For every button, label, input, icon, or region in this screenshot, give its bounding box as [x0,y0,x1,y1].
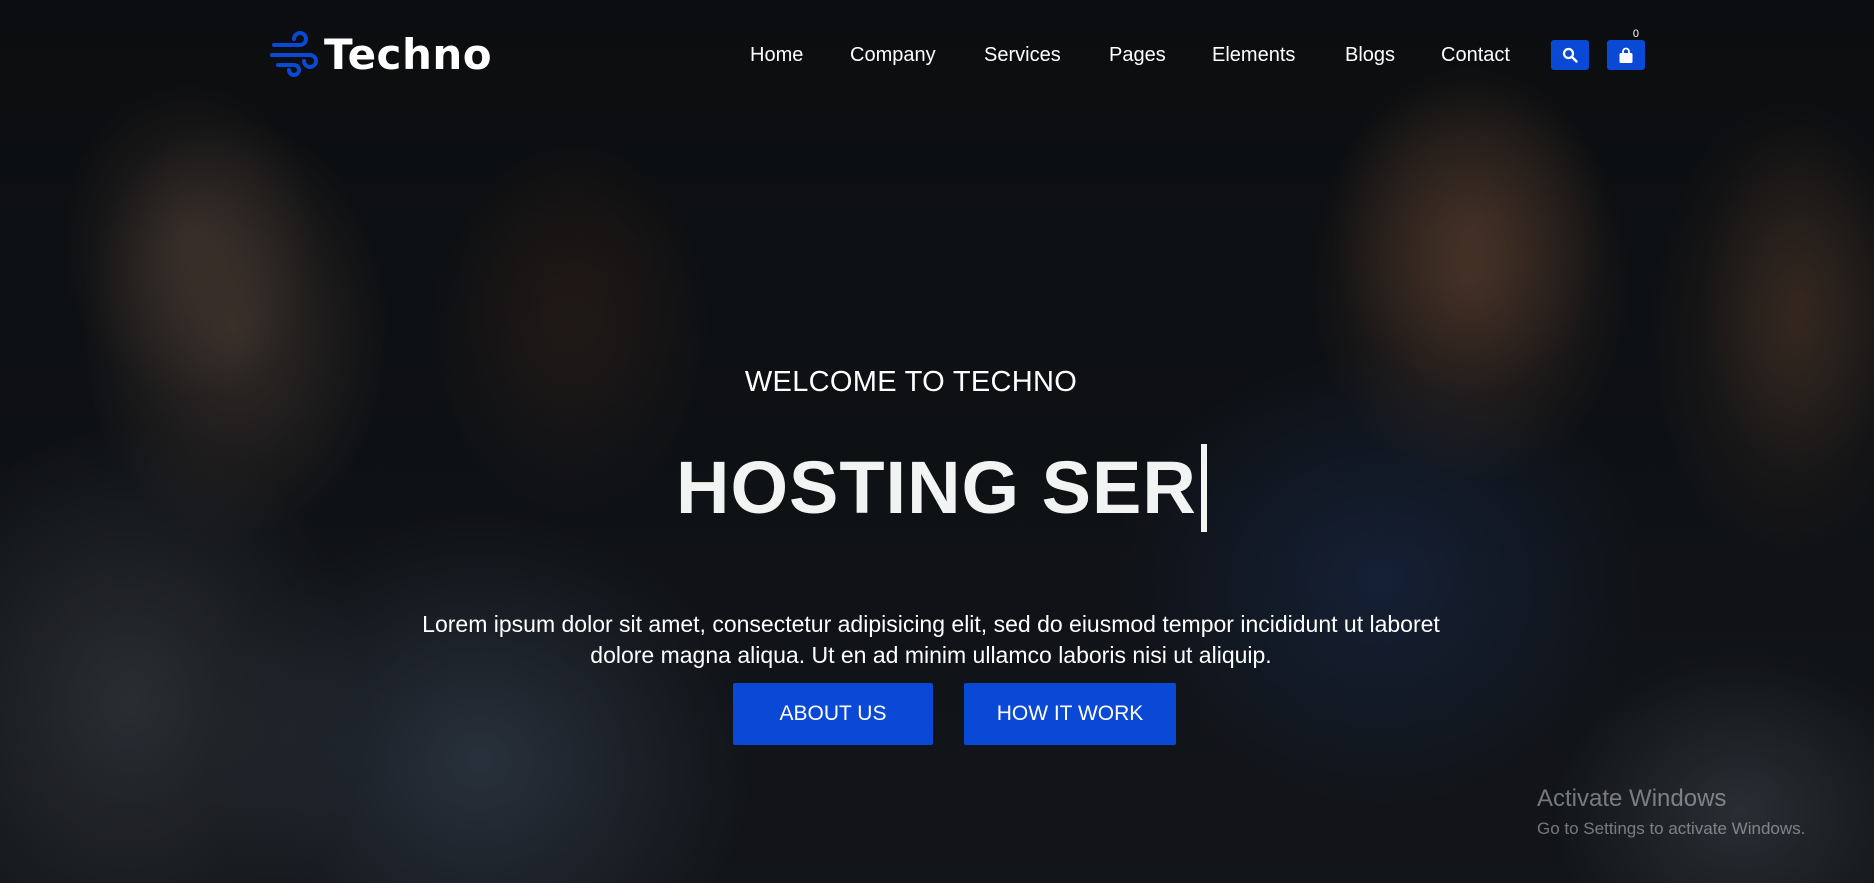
activate-windows-subtitle: Go to Settings to activate Windows. [1537,819,1806,838]
cart-count-badge: 0 [1632,28,1639,40]
windows-activation-watermark: Activate Windows Go to Settings to activ… [1537,785,1805,839]
search-icon [1562,47,1578,63]
hero-eyebrow-text: WELCOME TO TECHNO [744,366,1078,398]
how-it-work-button[interactable]: HOW IT WORK [964,683,1176,745]
shopping-bag-icon [1619,47,1633,63]
search-button[interactable] [1551,40,1589,70]
hero-dark-overlay [0,0,1874,883]
hero-headline-text: HOSTING SER [676,446,1197,529]
typing-cursor [1200,444,1207,532]
nav-item-elements[interactable]: Elements [1212,44,1295,67]
nav-item-contact[interactable]: Contact [1441,44,1510,67]
nav-item-company[interactable]: Company [850,44,936,67]
nav-item-services[interactable]: Services [984,44,1061,67]
hero-headline: HOSTING SER [676,444,1207,532]
activate-windows-title: Activate Windows [1537,785,1727,812]
nav-item-pages[interactable]: Pages [1109,44,1166,67]
nav-item-blogs[interactable]: Blogs [1345,44,1395,67]
about-us-button[interactable]: ABOUT US [733,683,933,745]
cart-button[interactable]: 0 [1607,28,1645,70]
hero-description: Lorem ipsum dolor sit amet, consectetur … [422,611,1440,668]
nav-item-home[interactable]: Home [750,44,803,67]
main-navigation: Home Company Services Pages Elements Blo… [0,44,1874,70]
hero-background-image [0,0,1874,883]
